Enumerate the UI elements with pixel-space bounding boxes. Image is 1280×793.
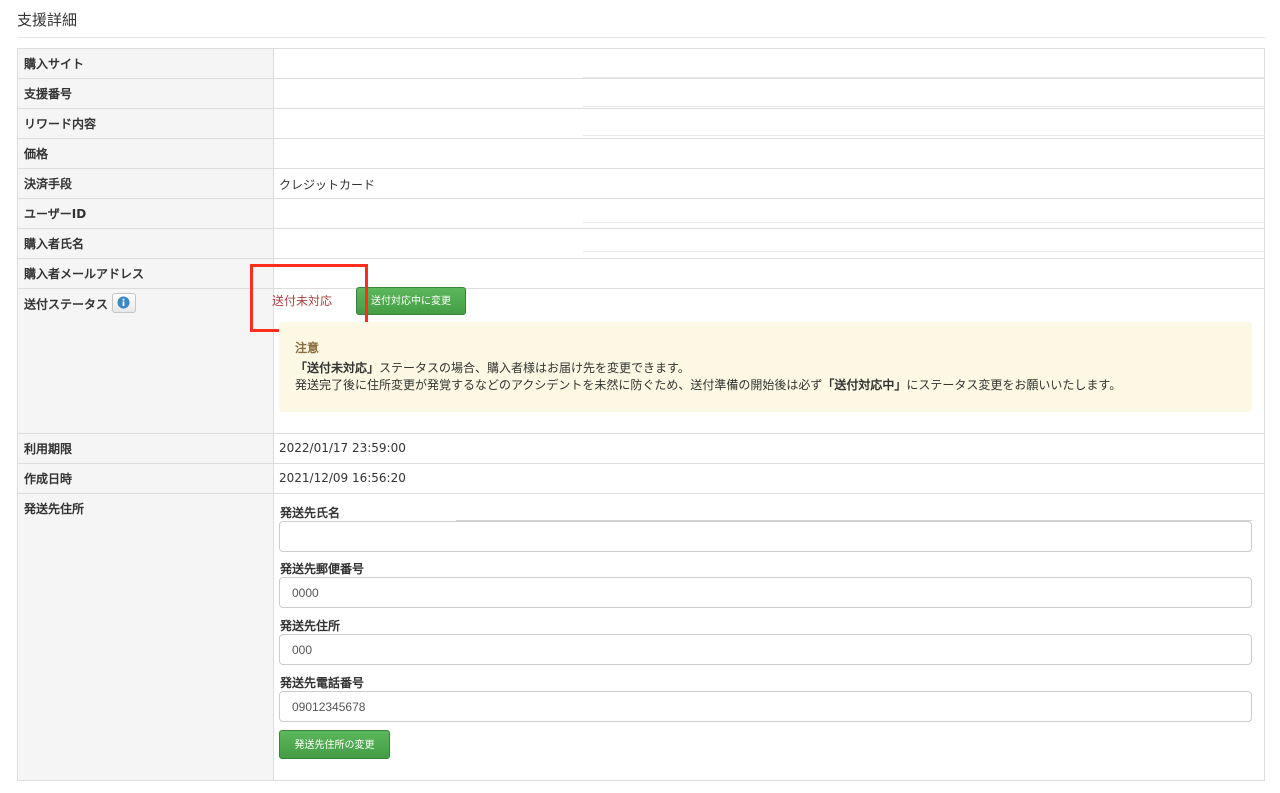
- info-icon[interactable]: [112, 293, 137, 313]
- notice-bold-status: 「送付対応中」: [822, 378, 907, 392]
- notice-text: にステータス変更をお願いいたします。: [906, 378, 1122, 392]
- table-row: 支援番号: [17, 78, 1265, 109]
- user-id-value: [273, 198, 1265, 229]
- user-id-label: ユーザーID: [17, 198, 274, 229]
- expiry-label: 利用期限: [17, 433, 274, 464]
- notice-text: ステータスの場合、購入者様はお届け先を変更できます。: [379, 361, 690, 375]
- buyer-name-label: 購入者氏名: [17, 228, 274, 259]
- purchase-site-value: [273, 48, 1265, 79]
- notice-box: 注意 「送付未対応」ステータスの場合、購入者様はお届け先を変更できます。 発送完…: [279, 322, 1252, 412]
- table-row: ユーザーID: [17, 198, 1265, 229]
- redaction-mark: [583, 222, 1265, 223]
- price-label: 価格: [17, 138, 274, 169]
- table-row: 作成日時 2021/12/09 16:56:20: [17, 463, 1265, 494]
- support-number-value: [273, 78, 1265, 109]
- redaction-mark: [583, 251, 1265, 252]
- table-row: 購入サイト: [17, 48, 1265, 79]
- expiry-value: 2022/01/17 23:59:00: [273, 433, 1265, 464]
- payment-method-value: クレジットカード: [273, 168, 1265, 199]
- shipping-name-label: 発送先氏名: [280, 506, 341, 520]
- reward-content-label: リワード内容: [17, 108, 274, 139]
- shipping-phone-label: 発送先電話番号: [280, 676, 365, 690]
- table-row: リワード内容: [17, 108, 1265, 139]
- shipping-postal-label: 発送先郵便番号: [280, 562, 365, 576]
- purchase-site-label: 購入サイト: [17, 48, 274, 79]
- buyer-email-label: 購入者メールアドレス: [17, 258, 274, 289]
- change-address-button[interactable]: 発送先住所の変更: [279, 730, 390, 759]
- table-row: 決済手段 クレジットカード: [17, 168, 1265, 199]
- redaction-mark: [583, 135, 1265, 136]
- shipping-postal-input[interactable]: [279, 577, 1252, 608]
- support-detail-table: 購入サイト 支援番号 リワード内容 価格 決済手段 クレジットカード ユーザーI…: [17, 48, 1265, 781]
- created-at-value: 2021/12/09 16:56:20: [273, 463, 1265, 494]
- shipping-phone-input[interactable]: [279, 691, 1252, 722]
- price-value: [273, 138, 1265, 169]
- change-to-in-progress-button[interactable]: 送付対応中に変更: [356, 287, 466, 315]
- reward-content-value: [273, 108, 1265, 139]
- redaction-mark: [583, 106, 1265, 107]
- notice-line-2: 発送完了後に住所変更が発覚するなどのアクシデントを未然に防ぐため、送付準備の開始…: [295, 377, 1252, 394]
- buyer-email-value: [273, 258, 1265, 289]
- notice-line-1: 「送付未対応」ステータスの場合、購入者様はお届け先を変更できます。: [295, 360, 1252, 377]
- support-number-label: 支援番号: [17, 78, 274, 109]
- shipping-address-input[interactable]: [279, 634, 1252, 665]
- shipping-status-header: 送付ステータス: [17, 288, 274, 434]
- payment-method-label: 決済手段: [17, 168, 274, 199]
- shipping-name-input[interactable]: [279, 521, 1252, 552]
- notice-heading: 注意: [295, 341, 320, 355]
- shipping-status-label: 送付ステータス: [24, 297, 109, 312]
- redaction-mark: [583, 77, 1265, 78]
- title-divider: [17, 37, 1265, 38]
- created-at-label: 作成日時: [17, 463, 274, 494]
- buyer-name-value: [273, 228, 1265, 259]
- shipping-address-field-label: 発送先住所: [280, 619, 341, 633]
- table-row: 利用期限 2022/01/17 23:59:00: [17, 433, 1265, 464]
- notice-bold-status: 「送付未対応」: [295, 361, 380, 375]
- notice-text: 発送完了後に住所変更が発覚するなどのアクシデントを未然に防ぐため、送付準備の開始…: [295, 378, 823, 392]
- table-row: 購入者氏名: [17, 228, 1265, 259]
- page-title: 支援詳細: [17, 11, 78, 29]
- shipping-address-label: 発送先住所: [17, 493, 274, 781]
- table-row: 購入者メールアドレス: [17, 258, 1265, 289]
- table-row: 価格: [17, 138, 1265, 169]
